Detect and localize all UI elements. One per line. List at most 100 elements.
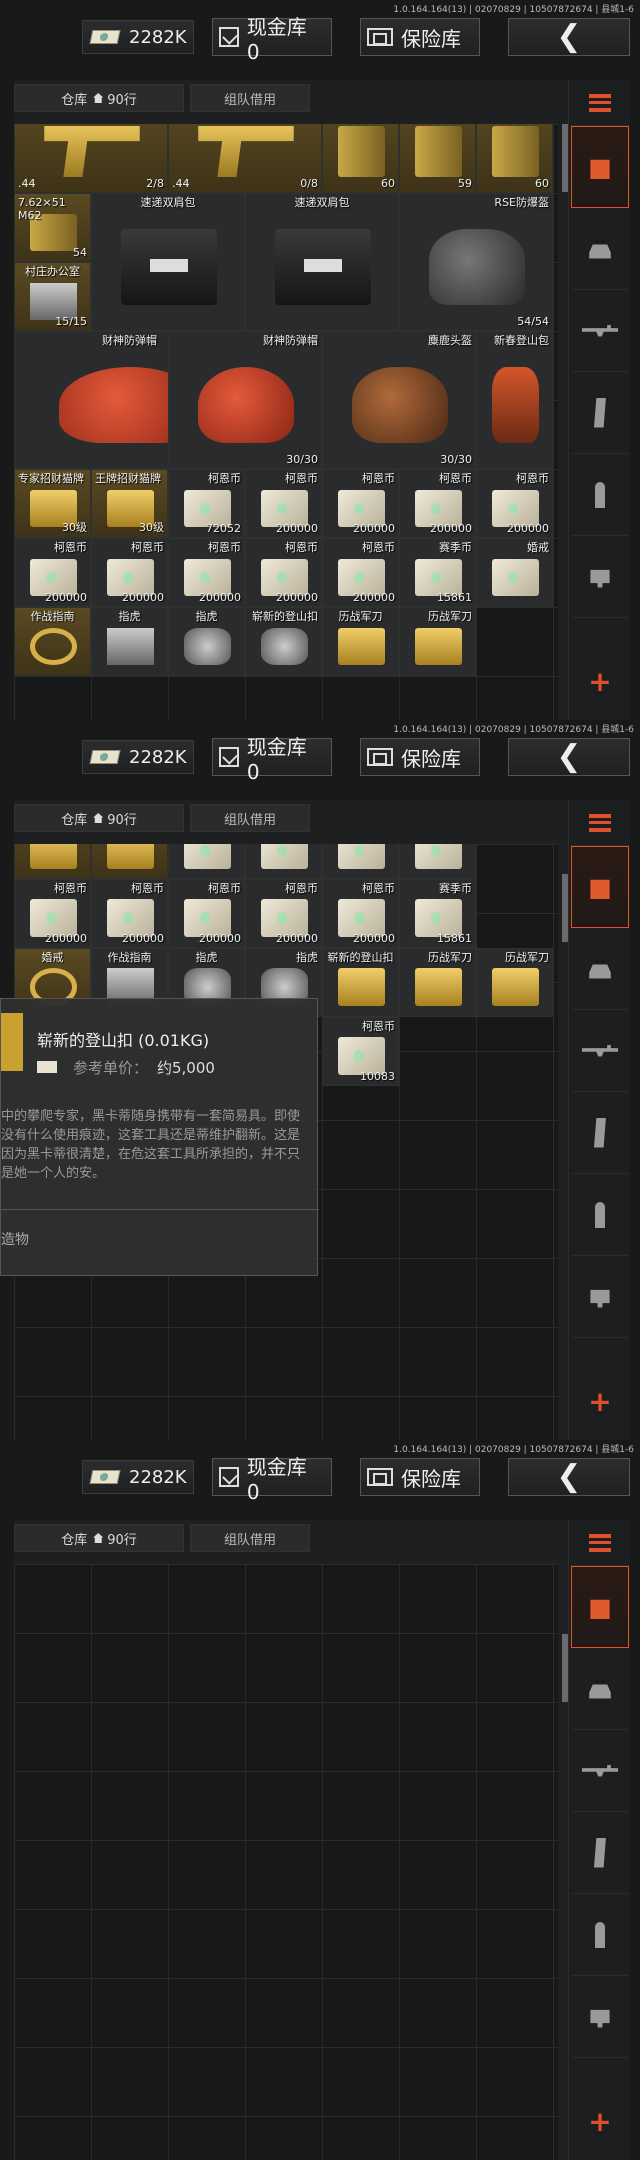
inventory-item[interactable]: 柯恩币 200000	[245, 469, 322, 538]
sort-button[interactable]	[571, 800, 629, 846]
inventory-grid[interactable]	[14, 1564, 558, 2160]
inventory-item[interactable]: 指虎	[168, 607, 245, 676]
category-all[interactable]	[571, 846, 629, 928]
inventory-item[interactable]: 黄金沙鹰2/8.44	[14, 124, 168, 193]
category-ammo[interactable]	[571, 454, 629, 536]
item-quantity: 200000	[199, 591, 241, 604]
sort-button[interactable]	[571, 80, 629, 126]
inventory-item[interactable]: 新春登山包	[476, 331, 553, 469]
inventory-item[interactable]: 柯恩币 200000	[245, 538, 322, 607]
scope-icon	[590, 1289, 610, 1308]
inventory-item[interactable]: 柯恩币 200000	[168, 878, 245, 948]
inventory-item[interactable]: 200000	[322, 844, 399, 879]
inventory-item[interactable]: 72052	[168, 844, 245, 879]
category-armor[interactable]	[571, 928, 629, 1010]
safe-button[interactable]: 保险库	[360, 738, 480, 776]
category-armor[interactable]	[571, 208, 629, 290]
inventory-item[interactable]: 历战军刀	[476, 947, 553, 1017]
add-button[interactable]: +	[571, 2080, 629, 2160]
category-ammo[interactable]	[571, 1174, 629, 1256]
inventory-item[interactable]: 速递双肩包	[245, 193, 399, 331]
inventory-item[interactable]: 指虎	[91, 607, 168, 676]
inventory-item[interactable]: 柯恩币 72052	[168, 469, 245, 538]
back-button[interactable]: ❮	[508, 738, 630, 776]
add-button[interactable]: +	[571, 640, 629, 720]
safe-button[interactable]: 保险库	[360, 1458, 480, 1496]
inventory-item[interactable]: 柯恩币 200000	[14, 538, 91, 607]
inventory-item[interactable]: 崭新的登山扣	[322, 947, 399, 1017]
inventory-item[interactable]: 村庄办公室 15/15	[14, 262, 91, 331]
inventory-item[interactable]: 历战军刀	[399, 947, 476, 1017]
inventory-item[interactable]: 柯恩币 200000	[14, 878, 91, 948]
category-weapon[interactable]	[571, 1010, 629, 1092]
inventory-item[interactable]: 赛季币 15861	[399, 538, 476, 607]
category-armor[interactable]	[571, 1648, 629, 1730]
tab-team-label: 组队借用	[223, 1532, 276, 1548]
inventory-item[interactable]: 柯恩币 200000	[476, 469, 553, 538]
sort-button[interactable]	[571, 1520, 629, 1566]
inventory-item[interactable]: 9×19 达姆59	[399, 124, 476, 193]
tab-warehouse[interactable]: 仓库 90行	[14, 84, 184, 112]
item-name: 柯恩币	[131, 541, 164, 554]
inventory-item[interactable]: 作战指南	[14, 607, 91, 676]
inventory-item[interactable]: 柯恩币 200000	[322, 538, 399, 607]
inventory-item[interactable]: 财神防弹帽 30/30	[168, 331, 322, 469]
inventory-item[interactable]: 柯恩币 200000	[168, 538, 245, 607]
inventory-item[interactable]: 柯恩币 200000	[91, 878, 168, 948]
category-all[interactable]	[571, 1566, 629, 1648]
category-magazine[interactable]	[571, 1092, 629, 1174]
inventory-item[interactable]: 200000	[399, 844, 476, 879]
inventory-item[interactable]: 历战军刀	[322, 607, 399, 676]
cash-vault-button[interactable]: 现金库 0	[212, 1455, 332, 1504]
cash-vault-button[interactable]: 现金库 0	[212, 15, 332, 64]
category-attachment[interactable]	[571, 1256, 629, 1338]
tab-warehouse[interactable]: 仓库 90行	[14, 804, 184, 832]
inventory-item[interactable]: 黄金沙鹰0/8.44	[168, 124, 322, 193]
inventory-item[interactable]: 王牌招财猫牌 30级	[91, 469, 168, 538]
inventory-item[interactable]: 200000	[245, 844, 322, 879]
category-all[interactable]	[571, 126, 629, 208]
safe-button[interactable]: 保险库	[360, 18, 480, 56]
category-attachment[interactable]	[571, 1976, 629, 2058]
category-magazine[interactable]	[571, 372, 629, 454]
tab-warehouse[interactable]: 仓库 90行	[14, 1524, 184, 1552]
cash-vault-button[interactable]: 现金库 0	[212, 735, 332, 784]
goldbar-image	[337, 968, 386, 1006]
inventory-item[interactable]: 30级	[91, 844, 168, 879]
item-quantity: 60	[535, 177, 549, 190]
inventory-item[interactable]: RSE防爆盔 54/54	[399, 193, 553, 331]
inventory-item[interactable]: 柯恩币 10083	[322, 1016, 399, 1086]
category-attachment[interactable]	[571, 536, 629, 618]
inventory-item[interactable]: 30级	[14, 844, 91, 879]
inventory-item[interactable]: 5.56×45 A160	[322, 124, 399, 193]
inventory-item[interactable]: 速递双肩包	[91, 193, 245, 331]
inventory-item[interactable]: 柯恩币 200000	[91, 538, 168, 607]
item-name: 7.62×51 M62	[18, 196, 66, 222]
inventory-grid[interactable]: 黄金沙鹰2/8.44黄金沙鹰0/8.445.56×45 A1609×19 达姆5…	[14, 124, 558, 720]
back-button[interactable]: ❮	[508, 18, 630, 56]
inventory-item[interactable]: 柯恩币 200000	[322, 878, 399, 948]
inventory-item[interactable]: 婚戒	[476, 538, 553, 607]
item-name: 专家招财猫牌	[18, 472, 84, 485]
category-weapon[interactable]	[571, 290, 629, 372]
tab-team-borrow[interactable]: 组队借用	[190, 84, 310, 112]
inventory-item[interactable]: 柯恩币 200000	[322, 469, 399, 538]
inventory-item[interactable]: 历战军刀	[399, 607, 476, 676]
inventory-item[interactable]: 崭新的登山扣	[245, 607, 322, 676]
add-button[interactable]: +	[571, 1360, 629, 1440]
helmet-icon	[589, 1684, 611, 1699]
back-button[interactable]: ❮	[508, 1458, 630, 1496]
inventory-item[interactable]: 柯恩币 200000	[245, 878, 322, 948]
inventory-item[interactable]: 柯恩币 200000	[399, 469, 476, 538]
category-magazine[interactable]	[571, 1812, 629, 1894]
cash-icon	[37, 1061, 57, 1073]
inventory-item[interactable]: 专家招财猫牌 30级	[14, 469, 91, 538]
inventory-item[interactable]: 赛季币 15861	[399, 878, 476, 948]
category-ammo[interactable]	[571, 1894, 629, 1976]
category-weapon[interactable]	[571, 1730, 629, 1812]
inventory-item[interactable]: 9×19 达姆60	[476, 124, 553, 193]
inventory-item[interactable]: 7.62×51 M62 54	[14, 193, 91, 262]
inventory-item[interactable]: 麋鹿头盔 30/30	[322, 331, 476, 469]
tab-team-borrow[interactable]: 组队借用	[190, 1524, 310, 1552]
tab-team-borrow[interactable]: 组队借用	[190, 804, 310, 832]
